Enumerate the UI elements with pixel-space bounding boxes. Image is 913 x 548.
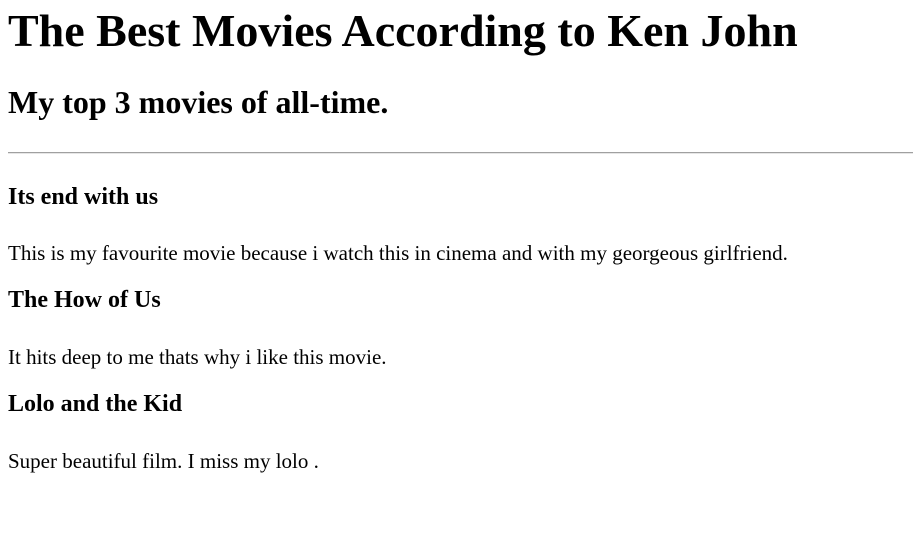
- movie-title: Lolo and the Kid: [8, 391, 183, 418]
- movie-description: This is my favourite movie because i wat…: [8, 241, 788, 266]
- movie-description: It hits deep to me thats why i like this…: [8, 345, 387, 370]
- movie-entry-1: Its end with us This is my favourite mov…: [8, 184, 913, 266]
- movie-title: Its end with us: [8, 183, 159, 210]
- page-subtitle: My top 3 movies of all-time.: [8, 83, 389, 120]
- movie-entry-2: The How of Us It hits deep to me thats w…: [8, 287, 913, 369]
- page-content: The Best Movies According to Ken John My…: [0, 5, 913, 473]
- divider: [8, 151, 913, 154]
- movie-description: Super beautiful film. I miss my lolo .: [8, 448, 319, 473]
- page-title: The Best Movies According to Ken John: [8, 5, 798, 56]
- movie-entry-3: Lolo and the Kid Super beautiful film. I…: [8, 391, 913, 473]
- movie-title: The How of Us: [8, 287, 161, 314]
